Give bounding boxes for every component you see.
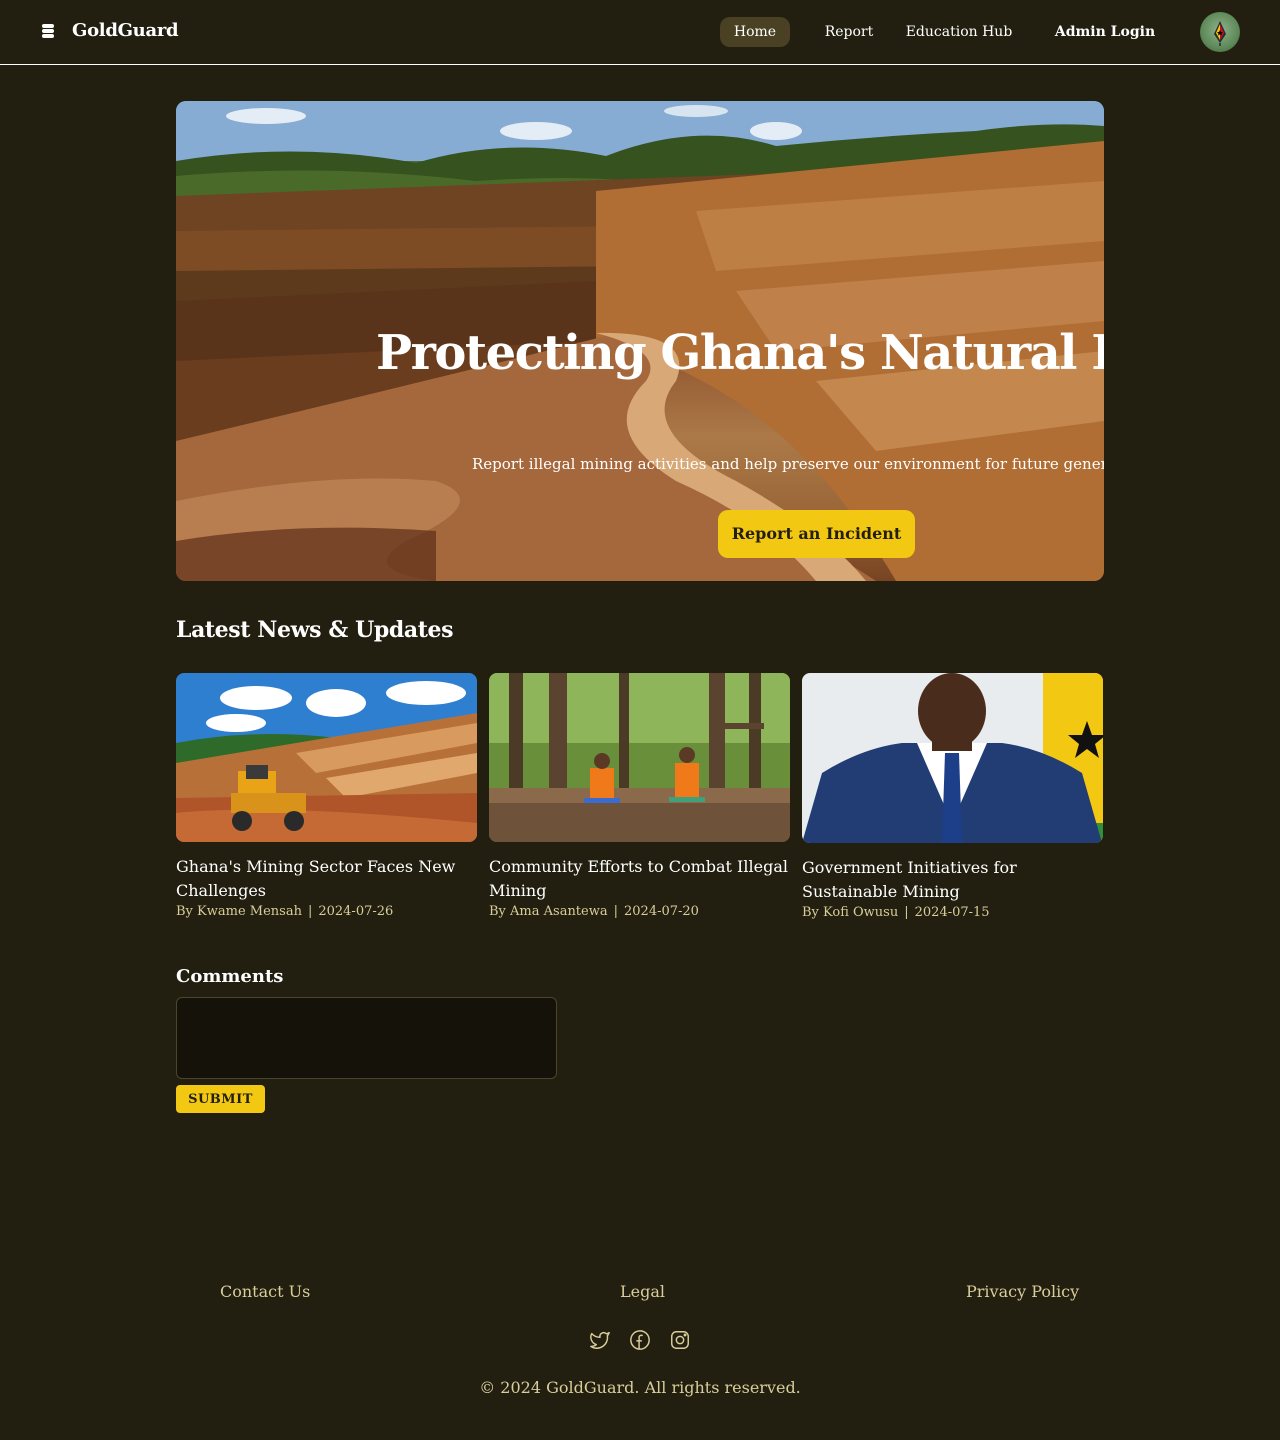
footer-contact-link[interactable]: Contact Us — [220, 1282, 310, 1301]
hero-banner: Protecting Ghana's Natural Resources Rep… — [176, 101, 1104, 581]
nav-admin-login-link[interactable]: Admin Login — [1052, 17, 1158, 47]
news-meta: By Kwame Mensah | 2024-07-26 — [176, 904, 394, 919]
news-meta: By Ama Asantewa | 2024-07-20 — [489, 904, 699, 919]
news-card[interactable]: Government Initiatives for Sustainable M… — [802, 673, 1103, 920]
hero-subtitle: Report illegal mining activities and hel… — [472, 455, 1104, 473]
news-author: By Kofi Owusu — [802, 905, 899, 920]
news-title[interactable]: Community Efforts to Combat Illegal Mini… — [489, 855, 790, 903]
nav-report-link[interactable]: Report — [818, 17, 880, 47]
news-date: 2024-07-26 — [318, 904, 394, 919]
news-card[interactable]: Community Efforts to Combat Illegal Mini… — [489, 673, 790, 919]
instagram-icon[interactable] — [669, 1329, 691, 1351]
top-navbar: GoldGuard Home Report Education Hub Admi… — [0, 0, 1280, 65]
news-date: 2024-07-15 — [914, 905, 990, 920]
main-nav: Home Report Education Hub Admin Login — [0, 17, 1280, 47]
news-image-mining-excavator — [176, 673, 477, 842]
twitter-icon[interactable] — [589, 1329, 611, 1351]
nav-education-hub-link[interactable]: Education Hub — [900, 17, 1018, 47]
avatar[interactable] — [1200, 12, 1240, 52]
news-meta: By Kofi Owusu | 2024-07-15 — [802, 905, 990, 920]
news-date: 2024-07-20 — [624, 904, 699, 919]
copyright-text: © 2024 GoldGuard. All rights reserved. — [479, 1378, 801, 1397]
news-image-government-official — [802, 673, 1103, 843]
ghana-emblem-icon — [1214, 21, 1226, 46]
news-title[interactable]: Government Initiatives for Sustainable M… — [802, 856, 1103, 904]
news-title[interactable]: Ghana's Mining Sector Faces New Challeng… — [176, 855, 477, 903]
news-author: By Ama Asantewa — [489, 904, 608, 919]
news-image-community-forest — [489, 673, 790, 842]
nav-home-link[interactable]: Home — [720, 17, 790, 47]
hero-title: Protecting Ghana's Natural Resources — [376, 325, 1104, 381]
report-incident-button[interactable]: Report an Incident — [718, 510, 915, 558]
news-card[interactable]: Ghana's Mining Sector Faces New Challeng… — [176, 673, 477, 919]
footer-legal-link[interactable]: Legal — [620, 1282, 665, 1301]
news-author: By Kwame Mensah — [176, 904, 302, 919]
footer-privacy-link[interactable]: Privacy Policy — [966, 1282, 1079, 1301]
facebook-icon[interactable] — [629, 1329, 651, 1351]
submit-comment-button[interactable]: SUBMIT — [176, 1085, 265, 1113]
news-section-heading: Latest News & Updates — [176, 617, 454, 643]
comment-input[interactable] — [176, 997, 557, 1079]
comments-heading: Comments — [176, 966, 284, 987]
